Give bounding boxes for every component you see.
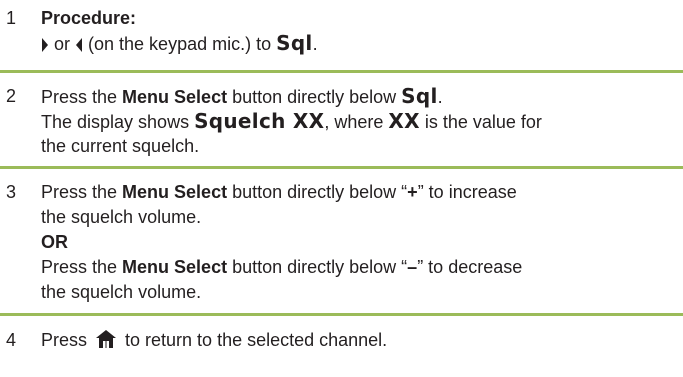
step-number: 2 [6,86,17,106]
minus-symbol: – [407,257,418,277]
step-instruction: the squelch volume. [41,207,202,227]
right-arrow-icon [42,38,48,52]
left-arrow-icon [76,38,83,52]
menu-select-label: Menu Select [122,257,228,277]
or-label: OR [41,232,68,252]
step-body: Procedure: or (on the keypad mic.) to Sq… [41,6,681,56]
display-text-sql: Sql [276,31,313,55]
step-number: 3 [6,182,17,202]
display-text-squelch: Squelch XX [194,109,325,133]
plus-symbol: + [407,182,418,202]
step-body: Press the Menu Select button directly be… [41,84,681,159]
step-instruction: the current squelch. [41,136,200,156]
step-instruction: the squelch volume. [41,282,202,302]
divider [0,70,683,73]
step-instruction: Press the Menu Select button directly be… [41,84,443,108]
step-body: Press the Menu Select button directly be… [41,180,681,305]
divider [0,166,683,169]
home-icon [96,330,117,348]
step-instruction: Press to return to the selected channel. [41,330,388,350]
step-instruction: Press the Menu Select button directly be… [41,257,523,277]
menu-select-label: Menu Select [122,87,228,107]
divider [0,313,683,316]
procedure-heading: Procedure: [41,8,137,28]
step-instruction: Press the Menu Select button directly be… [41,182,517,202]
step-body: Press to return to the selected channel. [41,328,681,353]
step-instruction: or (on the keypad mic.) to Sql. [41,31,681,56]
step-number: 4 [6,330,17,350]
display-text-xx: XX [388,109,420,133]
step-instruction: The display shows Squelch XX, where XX i… [41,109,542,133]
menu-select-label: Menu Select [122,182,228,202]
display-text-sql: Sql [401,84,438,108]
step-number: 1 [6,8,17,28]
